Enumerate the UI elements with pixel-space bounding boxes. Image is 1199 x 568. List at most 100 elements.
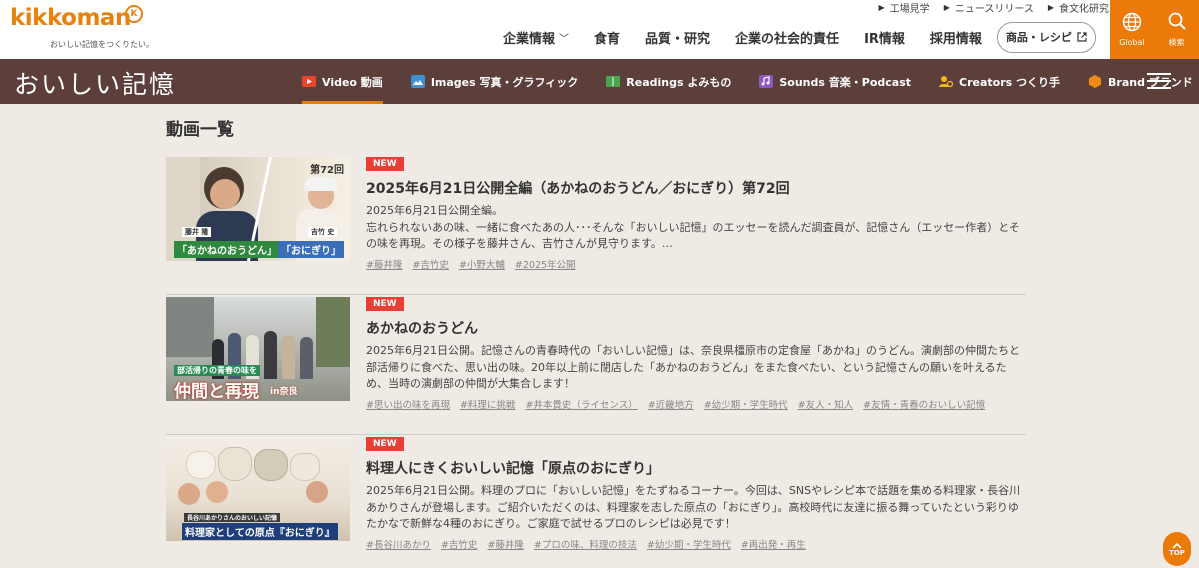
nav-item-label: 食育 xyxy=(594,31,621,47)
products-recipes-button[interactable]: 商品・レシピ xyxy=(996,21,1096,53)
thumb-caption-small: 長谷川あかりさんのおいしい記憶 xyxy=(184,513,281,522)
tag-link[interactable]: #近畿地方 xyxy=(648,397,694,411)
search-label: 検索 xyxy=(1168,38,1185,47)
nav-item-ir[interactable]: IR情報 xyxy=(864,28,905,47)
category-label: Images 写真・グラフィック xyxy=(430,75,579,89)
nav-item-quality-research[interactable]: 品質・研究 xyxy=(645,28,710,47)
category-video[interactable]: Video 動画 xyxy=(302,59,383,104)
tag-link[interactable]: #友情・青春のおいしい記憶 xyxy=(863,397,985,411)
new-badge: NEW xyxy=(366,157,404,171)
video-title[interactable]: 2025年6月21日公開全編（あかねのおうどん／おにぎり）第72回 xyxy=(366,178,790,198)
util-link-news-release[interactable]: ▶ ニュースリリース xyxy=(943,0,1034,15)
category-sounds[interactable]: Sounds 音楽・Podcast xyxy=(759,59,911,104)
tag-link[interactable]: #友人・知人 xyxy=(798,397,853,411)
globe-icon xyxy=(1122,12,1142,32)
tag-link[interactable]: #長谷川あかり xyxy=(366,537,431,551)
thumb-caption: 「あかねのおうどん」 xyxy=(174,241,280,258)
logo-wordmark: kikkoman xyxy=(10,5,131,31)
brand-title[interactable]: おいしい記憶 xyxy=(14,65,176,101)
tag-link[interactable]: #プロの味、料理の技法 xyxy=(534,537,637,551)
util-link-food-culture[interactable]: ▶ 食文化研究 xyxy=(1047,0,1109,15)
util-link-label: 食文化研究 xyxy=(1059,3,1109,15)
triangle-right-icon: ▶ xyxy=(1047,2,1054,12)
nav-item-csr[interactable]: 企業の社会的責任 xyxy=(735,28,839,47)
nav-item-recruit[interactable]: 採用情報 xyxy=(930,28,982,47)
products-recipes-label: 商品・レシピ xyxy=(1005,31,1072,44)
external-link-icon xyxy=(1077,32,1087,42)
tag-link[interactable]: #吉竹史 xyxy=(441,537,477,551)
thumb-caption-2: 「おにぎり」 xyxy=(278,241,344,258)
nav-item-shokuiku[interactable]: 食育 xyxy=(594,28,620,47)
video-tags: #長谷川あかり #吉竹史 #藤井隆 #プロの味、料理の技法 #幼少期・学生時代 … xyxy=(366,537,806,551)
video-list: 第72回 藤井 隆 吉竹 史 「あかねのおうどん」 「おにぎり」 NEW 202… xyxy=(166,155,1026,568)
category-creators[interactable]: Creators つくり手 xyxy=(939,59,1060,104)
thumb-caption-small: 部活帰りの青春の味を xyxy=(174,365,260,376)
nav-item-label: 企業の社会的責任 xyxy=(735,31,840,47)
global-button[interactable]: Global xyxy=(1110,0,1155,59)
new-badge: NEW xyxy=(366,297,404,311)
image-icon xyxy=(410,75,425,88)
thumb-caption: 料理家としての原点『おにぎり』 xyxy=(182,523,338,540)
video-description: 2025年6月21日公開。記憶さんの青春時代の「おいしい記憶」は、奈良県橿原市の… xyxy=(366,344,1020,390)
sound-icon xyxy=(759,75,774,88)
global-label: Global xyxy=(1119,38,1145,47)
back-to-top-label: TOP xyxy=(1169,548,1185,557)
video-thumbnail[interactable]: 長谷川あかりさんのおいしい記憶 料理家としての原点『おにぎり』 xyxy=(166,437,350,541)
back-to-top-button[interactable]: TOP xyxy=(1163,532,1191,566)
creators-icon xyxy=(939,76,954,88)
tag-link[interactable]: #藤井隆 xyxy=(366,257,402,271)
tag-link[interactable]: #料理に挑戦 xyxy=(460,397,515,411)
tag-link[interactable]: #幼少期・学生時代 xyxy=(647,537,731,551)
page-title: 動画一覧 xyxy=(166,120,234,140)
video-thumbnail[interactable]: 第72回 藤井 隆 吉竹 史 「あかねのおうどん」 「おにぎり」 xyxy=(166,157,350,261)
tag-link[interactable]: #思い出の味を再現 xyxy=(366,397,450,411)
thumb-caption: 仲間と再現 xyxy=(174,382,259,401)
thumb-name-2: 吉竹 史 xyxy=(308,227,338,237)
nav-item-label: 企業情報 xyxy=(503,31,556,47)
category-brand[interactable]: Brand ブランド xyxy=(1088,59,1193,104)
util-link-label: ニュースリリース xyxy=(954,3,1034,15)
tag-link[interactable]: #2025年公開 xyxy=(515,257,576,271)
video-list-item[interactable]: 長谷川あかりさんのおいしい記憶 料理家としての原点『おにぎり』 NEW 料理人に… xyxy=(166,435,1026,568)
video-tags: #思い出の味を再現 #料理に挑戦 #井本貴史（ライセンス） #近畿地方 #幼少期… xyxy=(366,397,985,411)
video-title[interactable]: あかねのおうどん xyxy=(366,318,478,338)
video-description: 2025年6月21日公開全編。 忘れられないあの味、一緒に食べたあの人･･･そん… xyxy=(366,204,1020,250)
util-link-factory-tour[interactable]: ▶ 工場見学 xyxy=(878,0,930,15)
category-label: Readings よみもの xyxy=(626,75,732,89)
util-link-label: 工場見学 xyxy=(889,3,930,15)
category-label: Creators つくり手 xyxy=(959,75,1061,89)
nav-item-label: IR情報 xyxy=(864,31,905,47)
tag-link[interactable]: #井本貴史（ライセンス） xyxy=(525,397,637,411)
thumb-name-1: 藤井 隆 xyxy=(182,227,212,237)
category-label: Sounds 音楽・Podcast xyxy=(779,75,912,89)
tag-link[interactable]: #吉竹史 xyxy=(412,257,448,271)
tag-link[interactable]: #幼少期・学生時代 xyxy=(704,397,788,411)
thumb-episode: 第72回 xyxy=(310,165,344,176)
site-header: kikkoman K おいしい記憶をつくりたい。 ▶ 工場見学 ▶ ニュースリリース… xyxy=(0,0,1199,59)
nav-item-label: 品質・研究 xyxy=(645,31,711,47)
hamburger-menu-icon[interactable] xyxy=(1147,73,1171,90)
video-list-item[interactable]: 部活帰りの青春の味を 仲間と再現 in奈良 NEW あかねのおうどん 2025年… xyxy=(166,295,1026,435)
category-readings[interactable]: Readings よみもの xyxy=(606,59,731,104)
main-nav: 企業情報 ﹀ 食育 品質・研究 企業の社会的責任 IR情報 採用情報 商品・レシピ xyxy=(503,21,1096,53)
chevron-down-icon: ﹀ xyxy=(559,33,570,45)
book-icon xyxy=(606,76,621,87)
tag-link[interactable]: #小野大輔 xyxy=(459,257,505,271)
video-thumbnail[interactable]: 部活帰りの青春の味を 仲間と再現 in奈良 xyxy=(166,297,350,401)
triangle-right-icon: ▶ xyxy=(878,2,885,12)
search-icon xyxy=(1168,12,1186,30)
triangle-right-icon: ▶ xyxy=(943,2,950,12)
kikkoman-logo[interactable]: kikkoman K おいしい記憶をつくりたい。 xyxy=(10,5,154,53)
utility-links: ▶ 工場見学 ▶ ニュースリリース ▶ 食文化研究 xyxy=(878,0,1109,15)
category-images[interactable]: Images 写真・グラフィック xyxy=(410,59,579,104)
video-title[interactable]: 料理人にきくおいしい記憶「原点のおにぎり」 xyxy=(366,458,660,478)
tag-link[interactable]: #藤井隆 xyxy=(487,537,523,551)
video-tags: #藤井隆 #吉竹史 #小野大輔 #2025年公開 xyxy=(366,257,576,271)
video-list-item[interactable]: 第72回 藤井 隆 吉竹 史 「あかねのおうどん」 「おにぎり」 NEW 202… xyxy=(166,155,1026,295)
brand-icon xyxy=(1089,75,1102,88)
nav-item-corporate[interactable]: 企業情報 ﹀ xyxy=(503,28,569,47)
tag-link[interactable]: #再出発・再生 xyxy=(741,537,806,551)
logo-tagline: おいしい記憶をつくりたい。 xyxy=(50,40,154,49)
chevron-up-icon xyxy=(1172,542,1182,549)
search-button[interactable]: 検索 xyxy=(1154,0,1199,59)
